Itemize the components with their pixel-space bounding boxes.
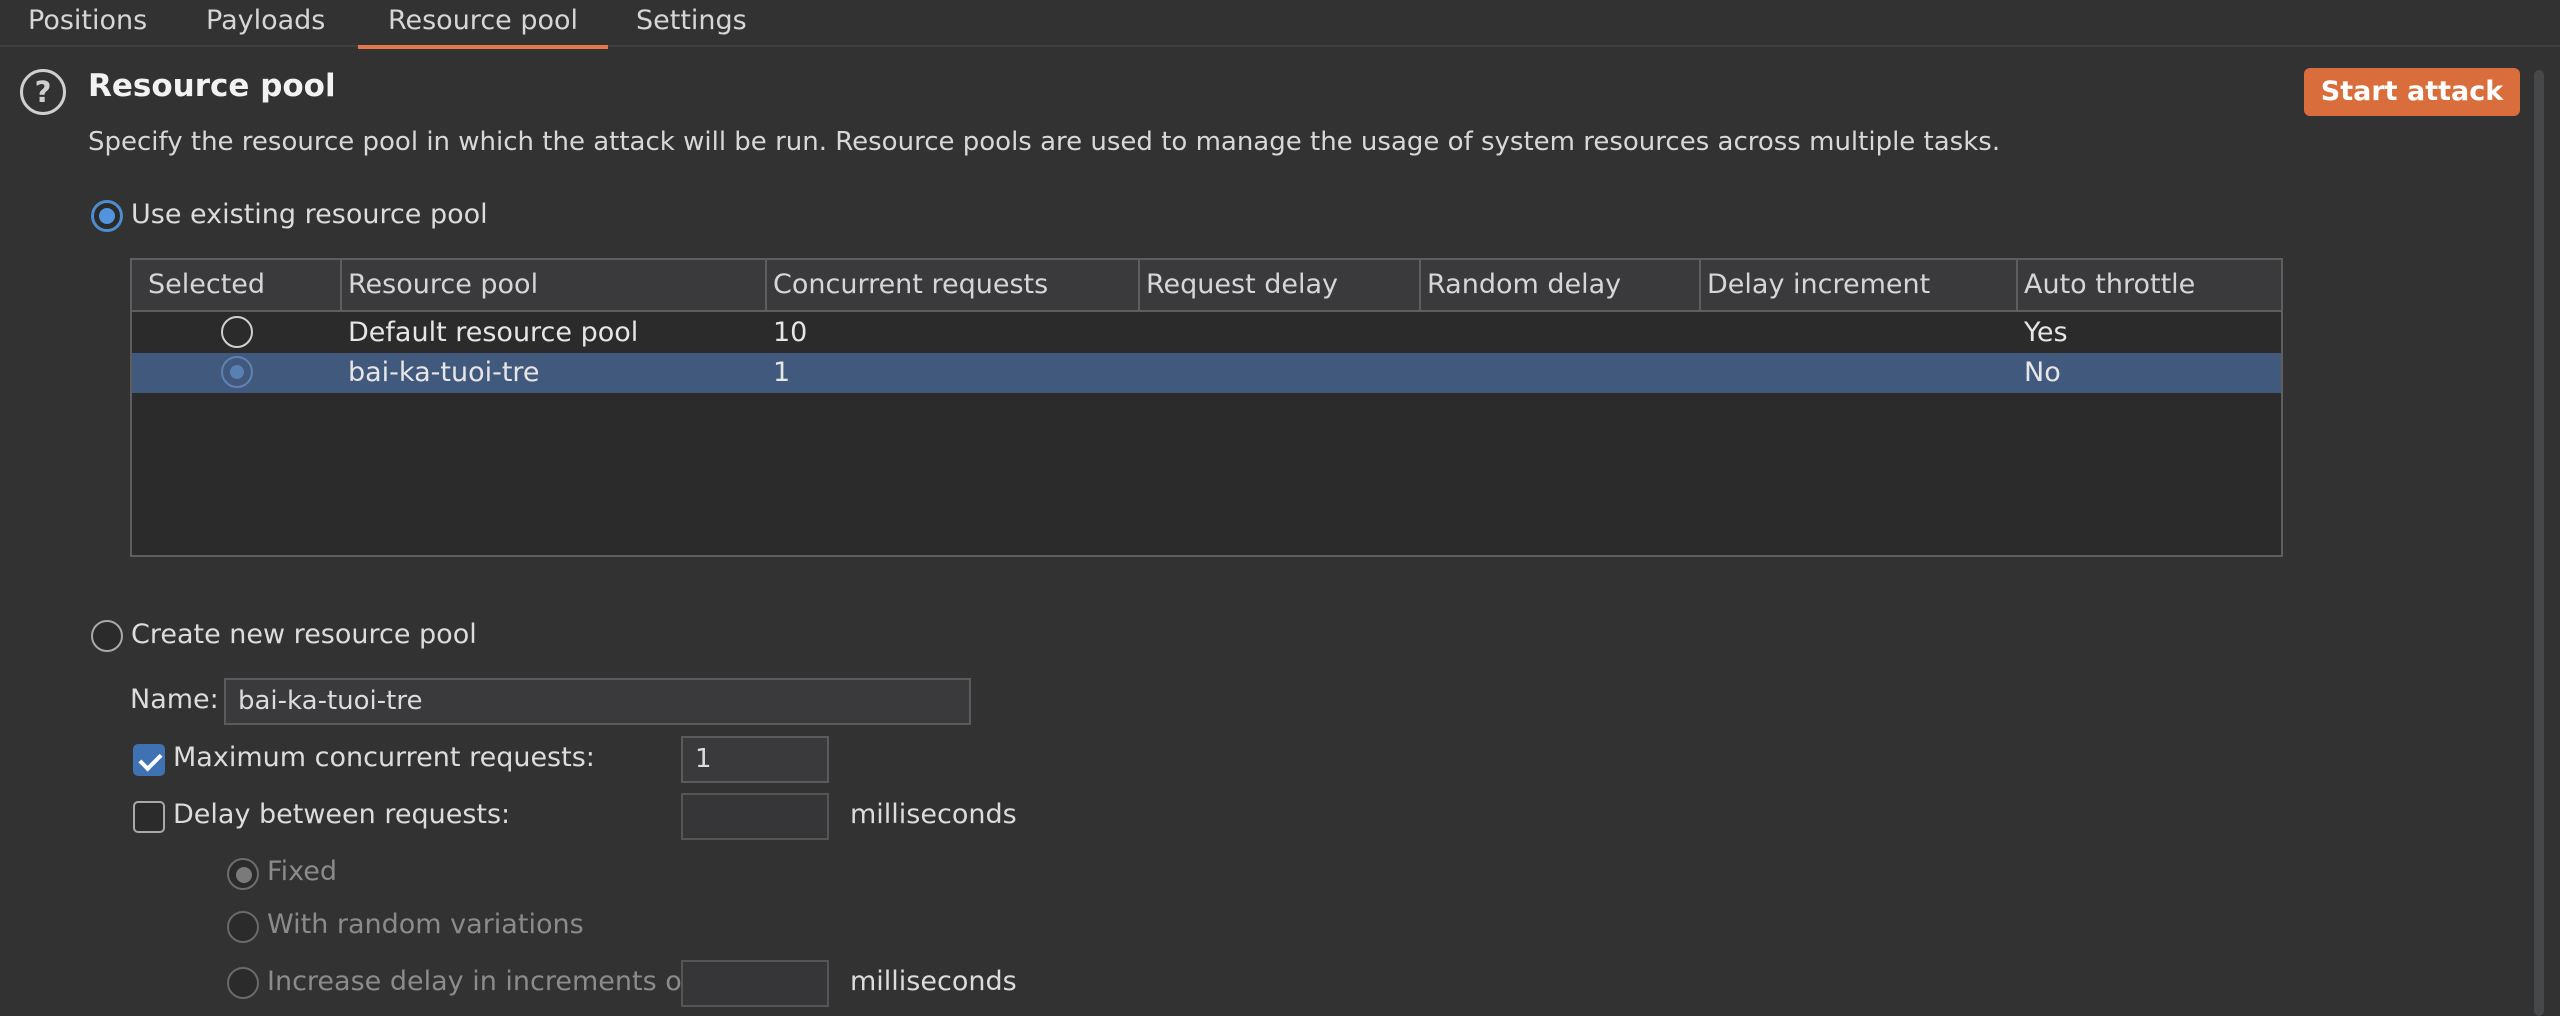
resource-pool-table: Selected Resource pool Concurrent reques…	[130, 258, 2283, 557]
cell-request-delay	[1140, 313, 1146, 353]
cell-auto-throttle: Yes	[2024, 317, 2068, 348]
fixed-delay-label[interactable]: Fixed	[267, 856, 337, 887]
tab-positions[interactable]: Positions	[28, 0, 147, 47]
column-header-random-delay[interactable]: Random delay	[1421, 260, 1701, 310]
row-select-radio[interactable]	[221, 316, 253, 348]
fixed-delay-radio[interactable]	[227, 858, 259, 890]
column-header-request-delay[interactable]: Request delay	[1140, 260, 1421, 310]
cell-random-delay	[1421, 313, 1427, 353]
delay-between-requests-label[interactable]: Delay between requests:	[173, 799, 510, 830]
vertical-scrollbar[interactable]	[2534, 70, 2544, 1016]
increase-delay-radio[interactable]	[227, 967, 259, 999]
create-new-pool-radio[interactable]	[91, 620, 123, 652]
column-header-resource-pool[interactable]: Resource pool	[342, 260, 767, 310]
cell-auto-throttle: No	[2024, 357, 2061, 388]
name-label: Name:	[130, 684, 219, 715]
column-header-delay-increment[interactable]: Delay increment	[1701, 260, 2018, 310]
increase-delay-input[interactable]	[681, 960, 829, 1007]
use-existing-pool-label[interactable]: Use existing resource pool	[131, 199, 488, 230]
table-header: Selected Resource pool Concurrent reques…	[132, 260, 2281, 312]
tab-bar: Positions Payloads Resource pool Setting…	[0, 0, 2560, 49]
cell-concurrent-requests: 1	[773, 357, 791, 388]
delay-unit-label: milliseconds	[850, 799, 1017, 830]
cell-resource-pool: Default resource pool	[348, 317, 639, 348]
tab-payloads[interactable]: Payloads	[206, 0, 325, 47]
random-variations-radio[interactable]	[227, 911, 259, 943]
max-concurrent-input[interactable]: 1	[681, 736, 829, 783]
cell-delay-increment	[1701, 313, 1707, 353]
start-attack-button[interactable]: Start attack	[2304, 68, 2520, 116]
section-description: Specify the resource pool in which the a…	[88, 127, 2001, 157]
delay-between-requests-checkbox[interactable]	[133, 801, 165, 833]
column-header-selected[interactable]: Selected	[132, 260, 342, 310]
cell-delay-increment	[1701, 353, 1707, 393]
table-row[interactable]: Default resource pool 10 Yes	[132, 313, 2281, 353]
section-title: Resource pool	[88, 68, 336, 104]
max-concurrent-label[interactable]: Maximum concurrent requests:	[173, 742, 595, 773]
cell-random-delay	[1421, 353, 1427, 393]
help-icon[interactable]: ?	[20, 69, 66, 115]
tab-resource-pool[interactable]: Resource pool	[358, 0, 608, 49]
tab-settings[interactable]: Settings	[636, 0, 747, 47]
cell-resource-pool: bai-ka-tuoi-tre	[348, 357, 540, 388]
increase-delay-label[interactable]: Increase delay in increments of	[267, 966, 691, 997]
column-header-concurrent-requests[interactable]: Concurrent requests	[767, 260, 1140, 310]
use-existing-pool-radio[interactable]	[91, 200, 123, 232]
create-new-pool-label[interactable]: Create new resource pool	[131, 619, 477, 650]
pool-name-input[interactable]: bai-ka-tuoi-tre	[224, 678, 971, 725]
cell-request-delay	[1140, 353, 1146, 393]
cell-concurrent-requests: 10	[773, 317, 808, 348]
table-row[interactable]: bai-ka-tuoi-tre 1 No	[132, 353, 2281, 393]
column-header-auto-throttle[interactable]: Auto throttle	[2018, 260, 2281, 310]
row-select-radio[interactable]	[221, 356, 253, 388]
max-concurrent-checkbox[interactable]	[133, 744, 165, 776]
random-variations-label[interactable]: With random variations	[267, 909, 584, 940]
increase-unit-label: milliseconds	[850, 966, 1017, 997]
delay-between-requests-input[interactable]	[681, 793, 829, 840]
